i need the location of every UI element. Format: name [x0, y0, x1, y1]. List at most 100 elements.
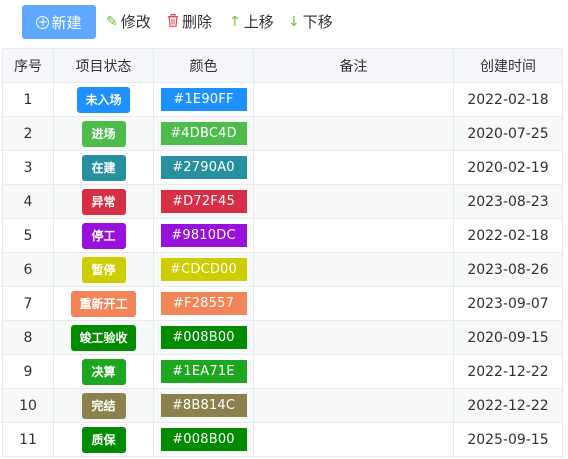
row-index: 7	[2, 286, 54, 321]
status-badge: 停工	[81, 222, 126, 249]
note-cell	[253, 286, 454, 321]
column-header-color[interactable]: 颜色	[153, 48, 254, 83]
status-badge: 未入场	[77, 86, 130, 113]
row-index: 4	[2, 184, 54, 219]
color-swatch: #008B00	[160, 428, 247, 451]
color-cell: #1EA71E	[153, 354, 254, 389]
note-cell	[253, 82, 454, 117]
status-cell: 未入场	[53, 82, 154, 117]
created-date: 2022-12-22	[453, 354, 563, 389]
created-date: 2023-08-23	[453, 184, 563, 219]
note-cell	[253, 252, 454, 287]
column-header-status[interactable]: 项目状态	[53, 48, 154, 83]
plus-circle-icon: +	[36, 15, 50, 29]
arrow-up-icon: ↑	[229, 13, 241, 30]
row-index: 8	[2, 320, 54, 355]
arrow-down-icon: ↓	[288, 13, 300, 30]
row-index: 10	[2, 388, 54, 423]
move-up-button[interactable]: ↑ 上移	[229, 11, 274, 32]
move-down-button-label: 下移	[302, 13, 333, 31]
note-cell	[253, 116, 454, 151]
status-cell: 决算	[53, 354, 154, 389]
delete-button[interactable]: 删除	[167, 11, 212, 32]
row-index: 5	[2, 218, 54, 253]
table-row[interactable]: 3 在建 #2790A0 2020-02-19	[2, 150, 563, 185]
note-cell	[253, 320, 454, 355]
status-cell: 竣工验收	[53, 320, 154, 355]
color-swatch: #2790A0	[160, 156, 247, 179]
note-cell	[253, 184, 454, 219]
move-down-button[interactable]: ↓ 下移	[288, 11, 333, 32]
status-table: 序号 项目状态 颜色 备注 创建时间 1 未入场 #1E90FF 2022-02-18…	[2, 48, 563, 457]
table-row[interactable]: 11 质保 #008B00 2025-09-15	[2, 422, 563, 457]
status-cell: 停工	[53, 218, 154, 253]
edit-button-label: 修改	[120, 13, 151, 31]
column-header-index[interactable]: 序号	[2, 48, 54, 83]
new-button[interactable]: + 新建	[22, 5, 96, 39]
status-badge: 异常	[81, 188, 126, 215]
color-cell: #2790A0	[153, 150, 254, 185]
note-cell	[253, 218, 454, 253]
color-cell: #1E90FF	[153, 82, 254, 117]
status-cell: 在建	[53, 150, 154, 185]
note-cell	[253, 388, 454, 423]
status-badge: 暂停	[81, 256, 126, 283]
column-header-created[interactable]: 创建时间	[453, 48, 563, 83]
color-swatch: #1EA71E	[160, 360, 247, 383]
row-index: 11	[2, 422, 54, 457]
move-up-button-label: 上移	[243, 13, 274, 31]
color-cell: #F28557	[153, 286, 254, 321]
row-index: 1	[2, 82, 54, 117]
note-cell	[253, 354, 454, 389]
color-cell: #9810DC	[153, 218, 254, 253]
status-badge: 竣工验收	[71, 324, 136, 351]
table-row[interactable]: 8 竣工验收 #008B00 2020-09-15	[2, 320, 563, 355]
created-date: 2020-02-19	[453, 150, 563, 185]
color-swatch: #F28557	[160, 292, 247, 315]
status-cell: 完结	[53, 388, 154, 423]
table-row[interactable]: 4 异常 #D72F45 2023-08-23	[2, 184, 563, 219]
status-badge: 重新开工	[71, 290, 136, 317]
trash-icon	[167, 13, 179, 30]
table-row[interactable]: 2 进场 #4DBC4D 2020-07-25	[2, 116, 563, 151]
new-button-label: 新建	[51, 13, 82, 32]
table-row[interactable]: 5 停工 #9810DC 2022-02-18	[2, 218, 563, 253]
note-cell	[253, 422, 454, 457]
color-cell: #008B00	[153, 422, 254, 457]
color-cell: #D72F45	[153, 184, 254, 219]
table-row[interactable]: 6 暂停 #CDCD00 2023-08-26	[2, 252, 563, 287]
created-date: 2023-09-07	[453, 286, 563, 321]
created-date: 2023-08-26	[453, 252, 563, 287]
column-header-note[interactable]: 备注	[253, 48, 454, 83]
edit-button[interactable]: ✎ 修改	[106, 11, 151, 32]
created-date: 2022-02-18	[453, 218, 563, 253]
status-cell: 质保	[53, 422, 154, 457]
status-badge: 进场	[81, 120, 126, 147]
status-cell: 进场	[53, 116, 154, 151]
row-index: 9	[2, 354, 54, 389]
color-swatch: #8B814C	[160, 394, 247, 417]
color-swatch: #1E90FF	[160, 88, 247, 111]
created-date: 2025-09-15	[453, 422, 563, 457]
table-header-row: 序号 项目状态 颜色 备注 创建时间	[2, 48, 563, 83]
table-row[interactable]: 1 未入场 #1E90FF 2022-02-18	[2, 82, 563, 117]
color-swatch: #9810DC	[160, 224, 247, 247]
table-row[interactable]: 9 决算 #1EA71E 2022-12-22	[2, 354, 563, 389]
note-cell	[253, 150, 454, 185]
status-badge: 质保	[81, 426, 126, 453]
color-swatch: #D72F45	[160, 190, 247, 213]
table-row[interactable]: 10 完结 #8B814C 2022-12-22	[2, 388, 563, 423]
color-swatch: #008B00	[160, 326, 247, 349]
created-date: 2022-12-22	[453, 388, 563, 423]
color-swatch: #CDCD00	[160, 258, 247, 281]
created-date: 2022-02-18	[453, 82, 563, 117]
color-cell: #8B814C	[153, 388, 254, 423]
row-index: 6	[2, 252, 54, 287]
color-cell: #008B00	[153, 320, 254, 355]
status-badge: 决算	[81, 358, 126, 385]
status-badge: 完结	[81, 392, 126, 419]
delete-button-label: 删除	[182, 13, 213, 31]
color-swatch: #4DBC4D	[160, 122, 247, 145]
color-cell: #4DBC4D	[153, 116, 254, 151]
table-row[interactable]: 7 重新开工 #F28557 2023-09-07	[2, 286, 563, 321]
